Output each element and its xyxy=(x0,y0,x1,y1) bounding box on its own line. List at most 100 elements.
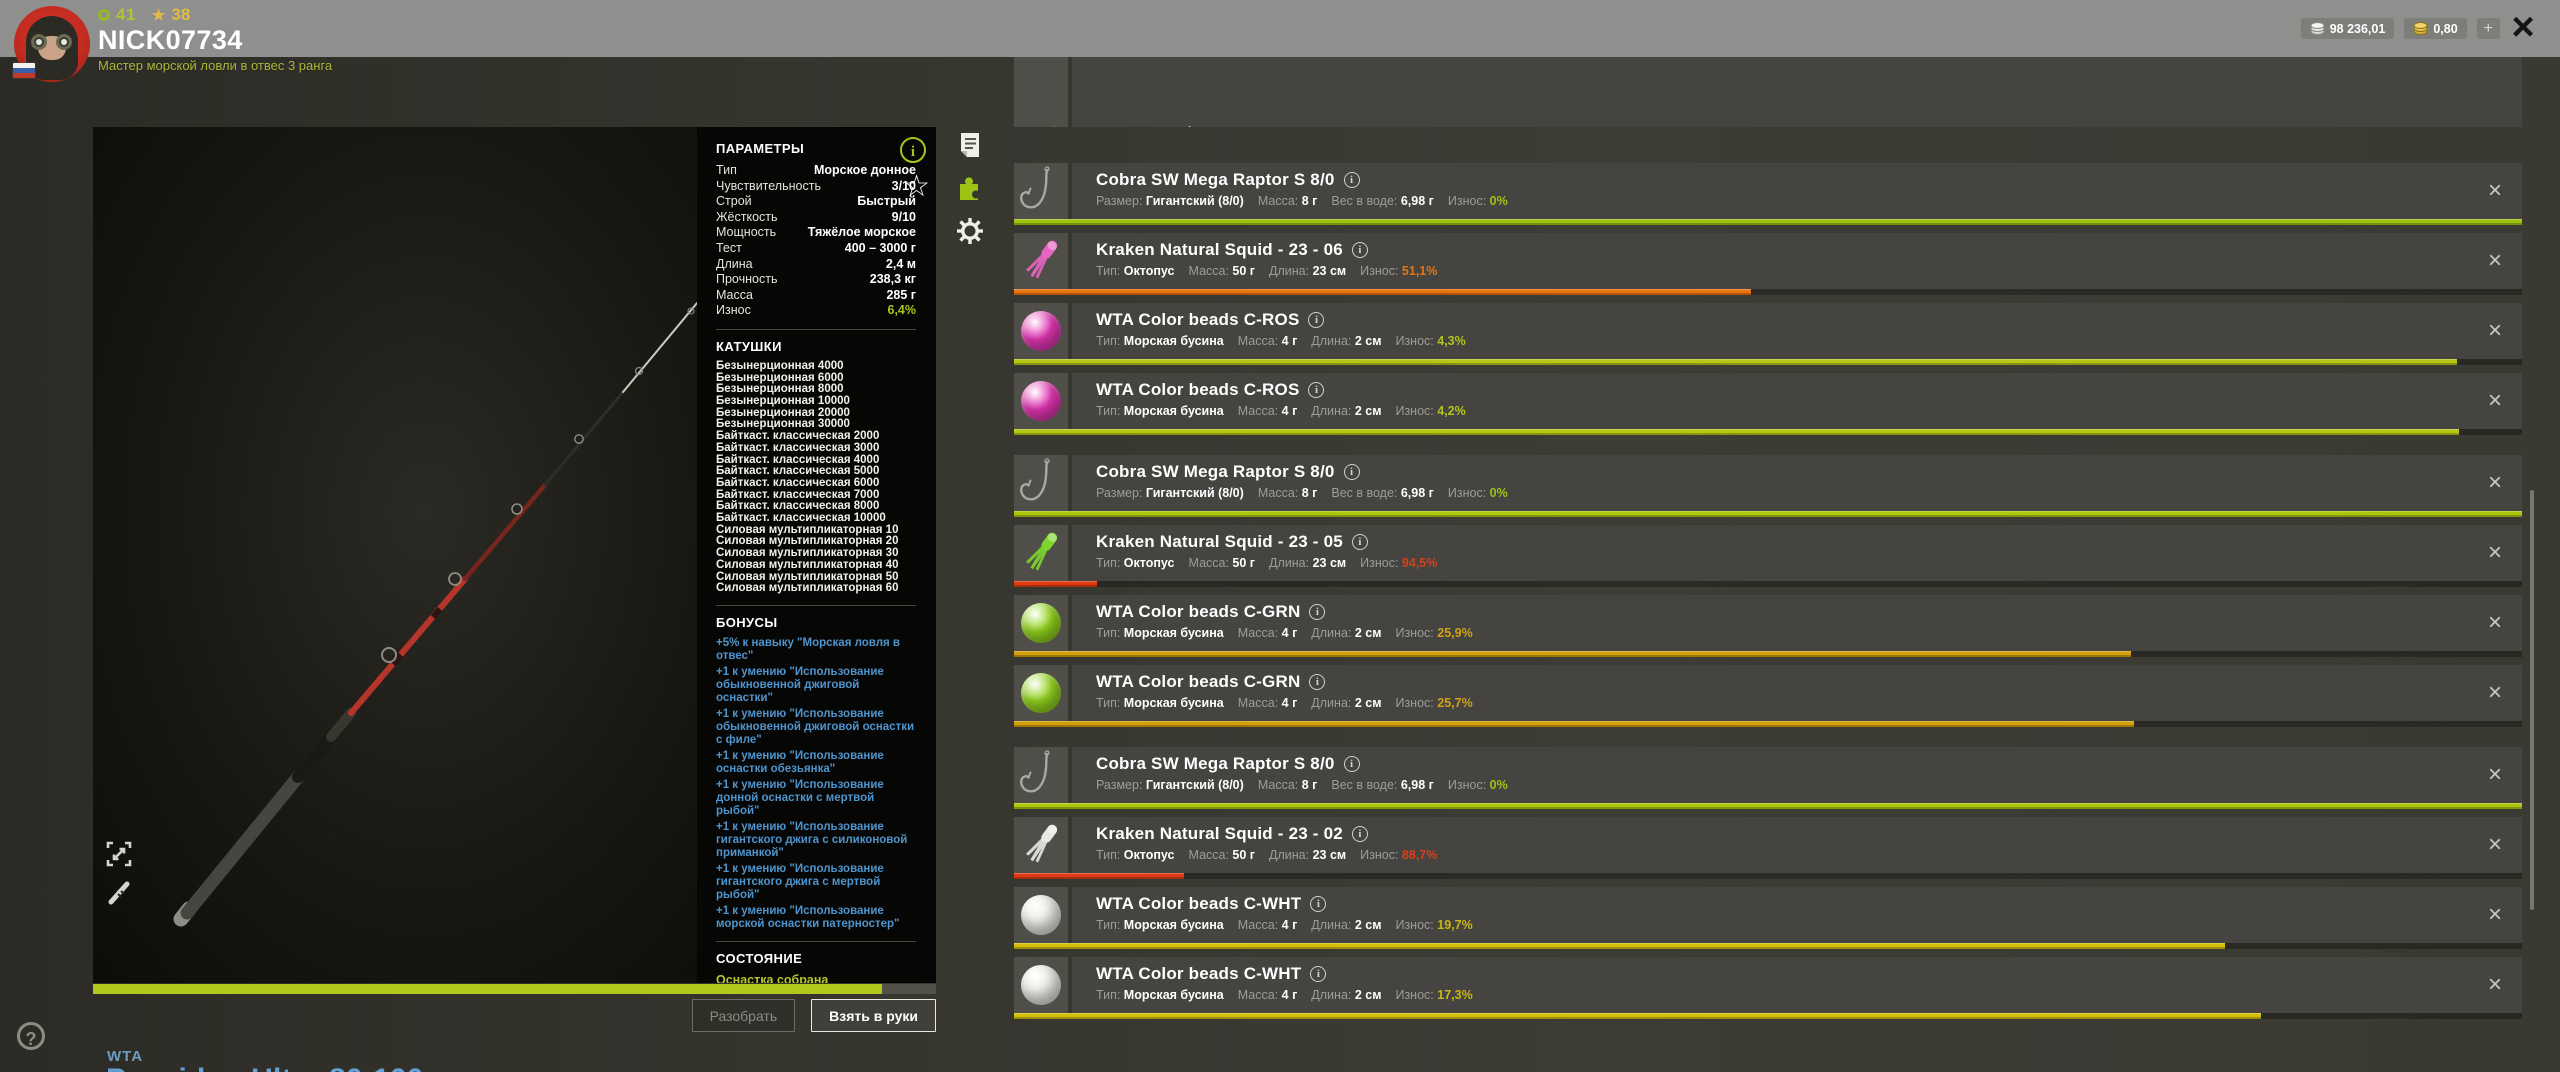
item-details: Тип: Морская бусинаМасса: 4 гДлина: 2 см… xyxy=(1096,988,2522,1002)
item-body: Kraken Natural Squid - 23 - 05 i Тип: Ок… xyxy=(1072,525,2522,581)
hook-icon xyxy=(1014,747,1068,803)
fillet-icon xyxy=(1014,57,1068,127)
detail-segment: Износ: 17,3% xyxy=(1395,988,1472,1002)
list-item[interactable]: WTA Color beads C-GRN i Тип: Морская бус… xyxy=(1014,665,2522,721)
detail-segment: Масса: 4 г xyxy=(1238,404,1298,418)
list-item[interactable]: Kraken Natural Squid - 23 - 06 i Тип: Ок… xyxy=(1014,233,2522,289)
info-icon[interactable]: i xyxy=(1344,464,1360,480)
notes-icon[interactable] xyxy=(955,130,985,160)
list-item[interactable]: Cobra SW Mega Raptor S 8/0 i Размер: Гиг… xyxy=(1014,163,2522,219)
param-row: Масса285 г xyxy=(716,288,916,304)
detail-segment: Износ: 94,5% xyxy=(1360,556,1437,570)
info-icon[interactable]: i xyxy=(1344,172,1360,188)
item-title: WTA Color beads C-ROS xyxy=(1096,310,1299,330)
detail-segment: Износ: 4,2% xyxy=(1395,404,1465,418)
info-icon[interactable]: i xyxy=(1344,756,1360,772)
list-item[interactable]: WTA Color beads C-GRN i Тип: Морская бус… xyxy=(1014,595,2522,651)
info-icon[interactable]: i xyxy=(1308,312,1324,328)
detail-segment: Масса: 4 г xyxy=(1238,988,1298,1002)
info-icon[interactable]: i xyxy=(1310,896,1326,912)
take-in-hands-button[interactable]: Взять в руки xyxy=(811,999,936,1032)
item-details: Тип: Морская бусинаМасса: 4 гДлина: 2 см… xyxy=(1096,918,2522,932)
remove-item-icon[interactable]: × xyxy=(2482,247,2508,275)
close-icon[interactable]: × xyxy=(2502,4,2544,50)
item-wear-bar xyxy=(1014,1013,2522,1019)
expand-icon[interactable] xyxy=(105,840,133,868)
list-item[interactable]: Kraken Natural Squid - 23 - 05 i Тип: Ок… xyxy=(1014,525,2522,581)
list-item[interactable]: WTA Color beads C-ROS i Тип: Морская бус… xyxy=(1014,303,2522,359)
help-icon[interactable]: ? xyxy=(17,1022,45,1050)
item-body: Kraken Natural Squid - 23 - 06 i Тип: Ок… xyxy=(1072,233,2522,289)
list-item[interactable]: WTA Color beads C-ROS i Тип: Морская бус… xyxy=(1014,373,2522,429)
disassemble-button[interactable]: Разобрать xyxy=(692,999,796,1032)
remove-item-icon[interactable]: × xyxy=(2482,901,2508,929)
item-wear-bar xyxy=(1014,943,2522,949)
remove-item-icon[interactable]: × xyxy=(2482,539,2508,567)
param-row: ТипМорское донное xyxy=(716,163,916,179)
bonuses-list: +5% к навыку "Морская ловля в отвес"+1 к… xyxy=(716,637,916,931)
favorite-star-icon[interactable]: ☆ xyxy=(903,169,930,204)
detail-segment: Масса: 4 г xyxy=(1238,918,1298,932)
remove-item-icon[interactable]: × xyxy=(2482,317,2508,345)
item-title: WTA Color beads C-WHT xyxy=(1096,964,1301,984)
param-row: СтройБыстрый xyxy=(716,194,916,210)
country-flag-icon xyxy=(12,62,36,79)
silver-balance-chip[interactable]: 98 236,01 xyxy=(2301,18,2395,39)
edit-pencil-icon[interactable] xyxy=(105,878,133,906)
list-item[interactable]: Cobra SW Mega Raptor S 8/0 i Размер: Гиг… xyxy=(1014,455,2522,511)
assembly-puzzle-icon[interactable] xyxy=(955,173,985,203)
detail-segment: Износ: 51,1% xyxy=(1360,264,1437,278)
detail-segment: Износ: 19,7% xyxy=(1395,918,1472,932)
scrollbar-thumb[interactable] xyxy=(2530,490,2534,910)
list-item-partial[interactable]: Тип: Большое филеМасса: 50 гВес в воде: … xyxy=(1014,57,2522,127)
detail-segment: Износ: 0% xyxy=(1448,194,1508,208)
item-details: Тип: Морская бусинаМасса: 4 гДлина: 2 см… xyxy=(1096,626,2522,640)
item-icon-box xyxy=(1014,303,1068,359)
detail-segment: Масса: 50 г xyxy=(1232,125,1299,127)
list-item[interactable]: WTA Color beads C-WHT i Тип: Морская бус… xyxy=(1014,887,2522,943)
detail-segment: Вес в воде: 16,67 г xyxy=(1312,125,1421,127)
remove-item-icon[interactable]: × xyxy=(2482,971,2508,999)
param-row: Длина2,4 м xyxy=(716,257,916,273)
detail-segment: Износ: 25,7% xyxy=(1395,696,1472,710)
item-title: WTA Color beads C-WHT xyxy=(1096,894,1301,914)
info-icon[interactable]: i xyxy=(1309,604,1325,620)
remove-item-icon[interactable]: × xyxy=(2482,609,2508,637)
remove-item-icon[interactable]: × xyxy=(2482,679,2508,707)
remove-item-icon[interactable]: × xyxy=(2482,469,2508,497)
list-item[interactable]: Kraken Natural Squid - 23 - 02 i Тип: Ок… xyxy=(1014,817,2522,873)
remove-item-icon[interactable]: × xyxy=(2482,831,2508,859)
detail-segment: Тип: Морская бусина xyxy=(1096,404,1224,418)
info-icon[interactable]: i xyxy=(1310,966,1326,982)
list-text-item: +1 к умению "Использование обыкновенной … xyxy=(716,666,916,705)
gold-balance-chip[interactable]: 0,80 xyxy=(2404,18,2466,39)
item-details: Тип: ОктопусМасса: 50 гДлина: 23 смИзнос… xyxy=(1096,848,2522,862)
detail-segment: Размер: Гигантский (8/0) xyxy=(1096,194,1244,208)
info-icon[interactable]: i xyxy=(1352,242,1368,258)
detail-segment: Тип: Морская бусина xyxy=(1096,696,1224,710)
item-details: Тип: ОктопусМасса: 50 гДлина: 23 смИзнос… xyxy=(1096,556,2522,570)
item-icon-box xyxy=(1014,455,1068,511)
list-item[interactable]: WTA Color beads C-WHT i Тип: Морская бус… xyxy=(1014,957,2522,1013)
item-icon-box xyxy=(1014,957,1068,1013)
equipment-list: Cobra SW Mega Raptor S 8/0 i Размер: Гиг… xyxy=(1014,163,2522,1039)
remove-item-icon[interactable]: × xyxy=(2482,387,2508,415)
remove-item-icon[interactable]: × xyxy=(2482,761,2508,789)
add-funds-button[interactable]: + xyxy=(2477,18,2500,39)
item-title: WTA Color beads C-GRN xyxy=(1096,602,1300,622)
section-title-bonuses: БОНУСЫ xyxy=(716,615,916,630)
player-stars: 38 xyxy=(171,5,190,25)
gear-icon[interactable] xyxy=(955,216,985,246)
info-icon[interactable]: i xyxy=(1352,534,1368,550)
info-icon[interactable]: i xyxy=(1308,382,1324,398)
list-item[interactable]: Cobra SW Mega Raptor S 8/0 i Размер: Гиг… xyxy=(1014,747,2522,803)
item-details: Размер: Гигантский (8/0)Масса: 8 гВес в … xyxy=(1096,486,2522,500)
info-icon[interactable]: i xyxy=(1352,826,1368,842)
item-details: Тип: ОктопусМасса: 50 гДлина: 23 смИзнос… xyxy=(1096,264,2522,278)
info-icon[interactable]: i xyxy=(1309,674,1325,690)
item-wear-bar xyxy=(1014,511,2522,517)
preview-tools xyxy=(105,840,133,906)
rod-image xyxy=(93,127,697,983)
info-icon[interactable]: i xyxy=(900,137,926,163)
remove-item-icon[interactable]: × xyxy=(2482,177,2508,205)
